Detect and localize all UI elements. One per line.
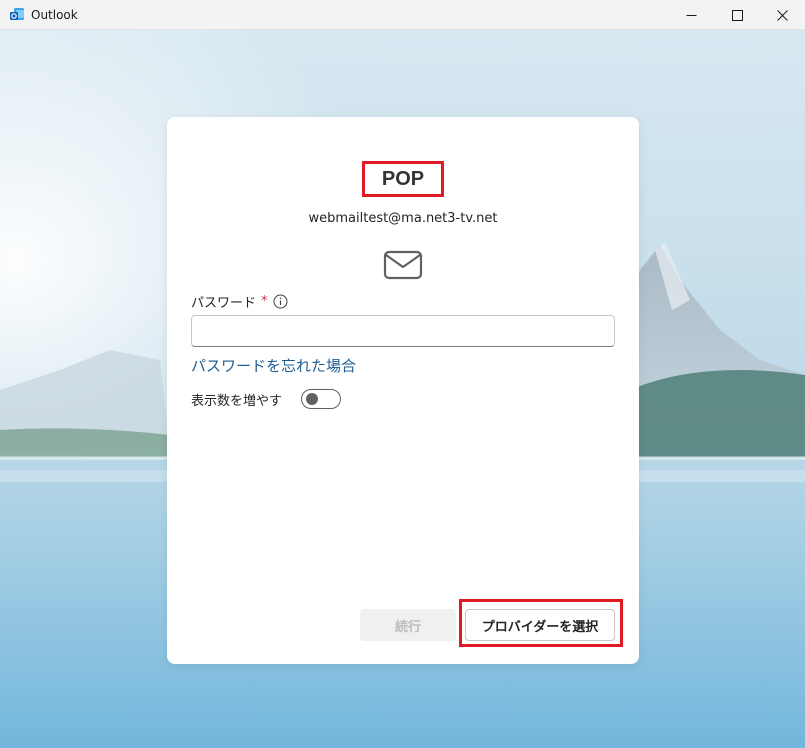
- envelope-icon: [383, 250, 423, 280]
- outlook-window: Outlook POP webmailtest@ma.net3-tv.net パ…: [0, 0, 805, 748]
- maximize-icon: [731, 9, 743, 21]
- maximize-button[interactable]: [714, 0, 760, 30]
- window-title: Outlook: [31, 8, 78, 22]
- password-label: パスワード: [191, 296, 257, 311]
- title-bar[interactable]: Outlook: [0, 0, 805, 30]
- password-input[interactable]: [191, 315, 615, 347]
- password-label-row: パスワード *: [191, 292, 288, 311]
- account-type-title: POP: [362, 161, 444, 197]
- account-email: webmailtest@ma.net3-tv.net: [308, 211, 498, 226]
- required-mark: *: [261, 294, 268, 309]
- account-setup-card: POP webmailtest@ma.net3-tv.net パスワード * パ…: [167, 117, 639, 664]
- show-more-toggle[interactable]: [301, 389, 341, 409]
- info-icon[interactable]: [273, 294, 288, 309]
- close-button[interactable]: [759, 0, 805, 30]
- close-icon: [776, 9, 788, 21]
- show-more-label: 表示数を増やす: [191, 394, 283, 409]
- forgot-password-link[interactable]: パスワードを忘れた場合: [191, 355, 356, 376]
- toggle-knob: [306, 393, 318, 405]
- minimize-icon: [686, 14, 696, 16]
- outlook-logo-icon: [10, 8, 24, 20]
- minimize-button[interactable]: [668, 0, 714, 30]
- select-provider-button[interactable]: プロバイダーを選択: [465, 609, 615, 641]
- continue-button[interactable]: 続行: [360, 609, 456, 641]
